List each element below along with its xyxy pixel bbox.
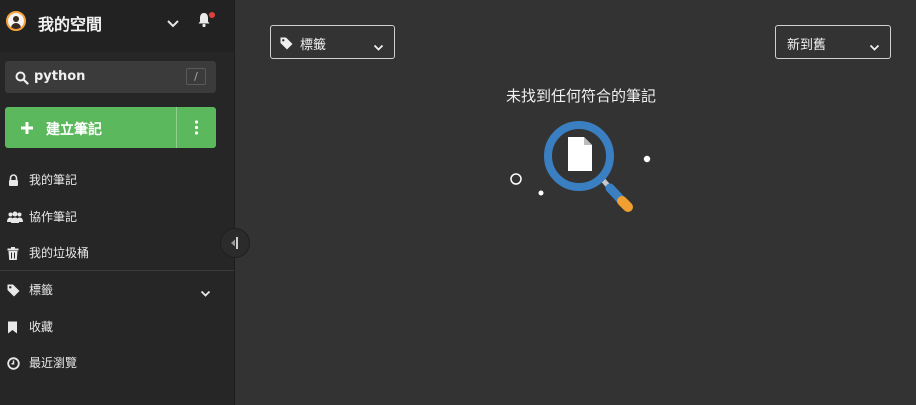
sidebar-item-label: 最近瀏覽 <box>29 356 78 370</box>
create-note-button[interactable]: 建立筆記 <box>5 107 216 148</box>
magnifier-document-icon <box>510 121 651 212</box>
sidebar-item-label: 我的筆記 <box>29 173 78 187</box>
users-icon <box>7 209 23 228</box>
sidebar-item-label: 我的垃圾桶 <box>29 246 90 260</box>
sidebar-item-my-notes[interactable]: 我的筆記 <box>0 161 234 197</box>
bookmark-icon <box>7 319 18 338</box>
clock-icon <box>7 355 20 374</box>
sidebar-item-label: 標籤 <box>29 283 54 297</box>
space-title[interactable]: 我的空間 <box>38 11 102 35</box>
create-note-label: 建立筆記 <box>46 122 102 138</box>
search-input[interactable]: python / <box>5 61 216 93</box>
empty-state-message: 未找到任何符合的筆記 <box>505 87 656 105</box>
sort-order-label: 新到舊 <box>787 38 827 53</box>
tag-icon <box>7 282 20 301</box>
notification-badge <box>209 12 215 18</box>
sidebar-item-label: 協作筆記 <box>29 210 78 224</box>
sidebar-header: 我的空間 <box>0 0 234 52</box>
collapse-sidebar-button[interactable] <box>220 228 250 258</box>
tag-filter-label: 標籤 <box>300 38 327 53</box>
collapse-left-icon <box>231 237 238 249</box>
sidebar-item-collab-notes[interactable]: 協作筆記 <box>0 198 234 234</box>
sidebar: 我的空間 python / 建立筆記 我的筆記 協作筆記 我的垃圾桶 標籤 收藏… <box>0 0 235 405</box>
more-options-icon[interactable] <box>177 107 216 148</box>
tag-icon <box>280 35 293 54</box>
sidebar-item-tags[interactable]: 標籤 <box>0 271 234 307</box>
avatar[interactable] <box>6 11 26 31</box>
search-shortcut-hint: / <box>186 68 206 85</box>
tag-filter-dropdown[interactable]: 標籤 <box>270 25 395 59</box>
chevron-down-icon[interactable] <box>200 283 211 302</box>
sidebar-item-favorites[interactable]: 收藏 <box>0 308 234 344</box>
sidebar-item-label: 收藏 <box>29 320 54 334</box>
lock-icon <box>7 172 20 191</box>
chevron-down-icon <box>869 37 880 56</box>
sort-order-dropdown[interactable]: 新到舊 <box>775 25 891 59</box>
search-icon <box>15 70 29 89</box>
no-results-illustration <box>500 115 660 224</box>
chevron-down-icon <box>373 37 384 56</box>
trash-icon <box>7 245 19 264</box>
sidebar-item-recent[interactable]: 最近瀏覽 <box>0 344 234 380</box>
search-value[interactable]: python <box>34 69 85 84</box>
app-root: 我的空間 python / 建立筆記 我的筆記 協作筆記 我的垃圾桶 標籤 收藏… <box>0 0 916 405</box>
sidebar-item-trash[interactable]: 我的垃圾桶 <box>0 234 234 270</box>
chevron-down-icon[interactable] <box>166 14 180 33</box>
plus-icon <box>20 120 34 139</box>
